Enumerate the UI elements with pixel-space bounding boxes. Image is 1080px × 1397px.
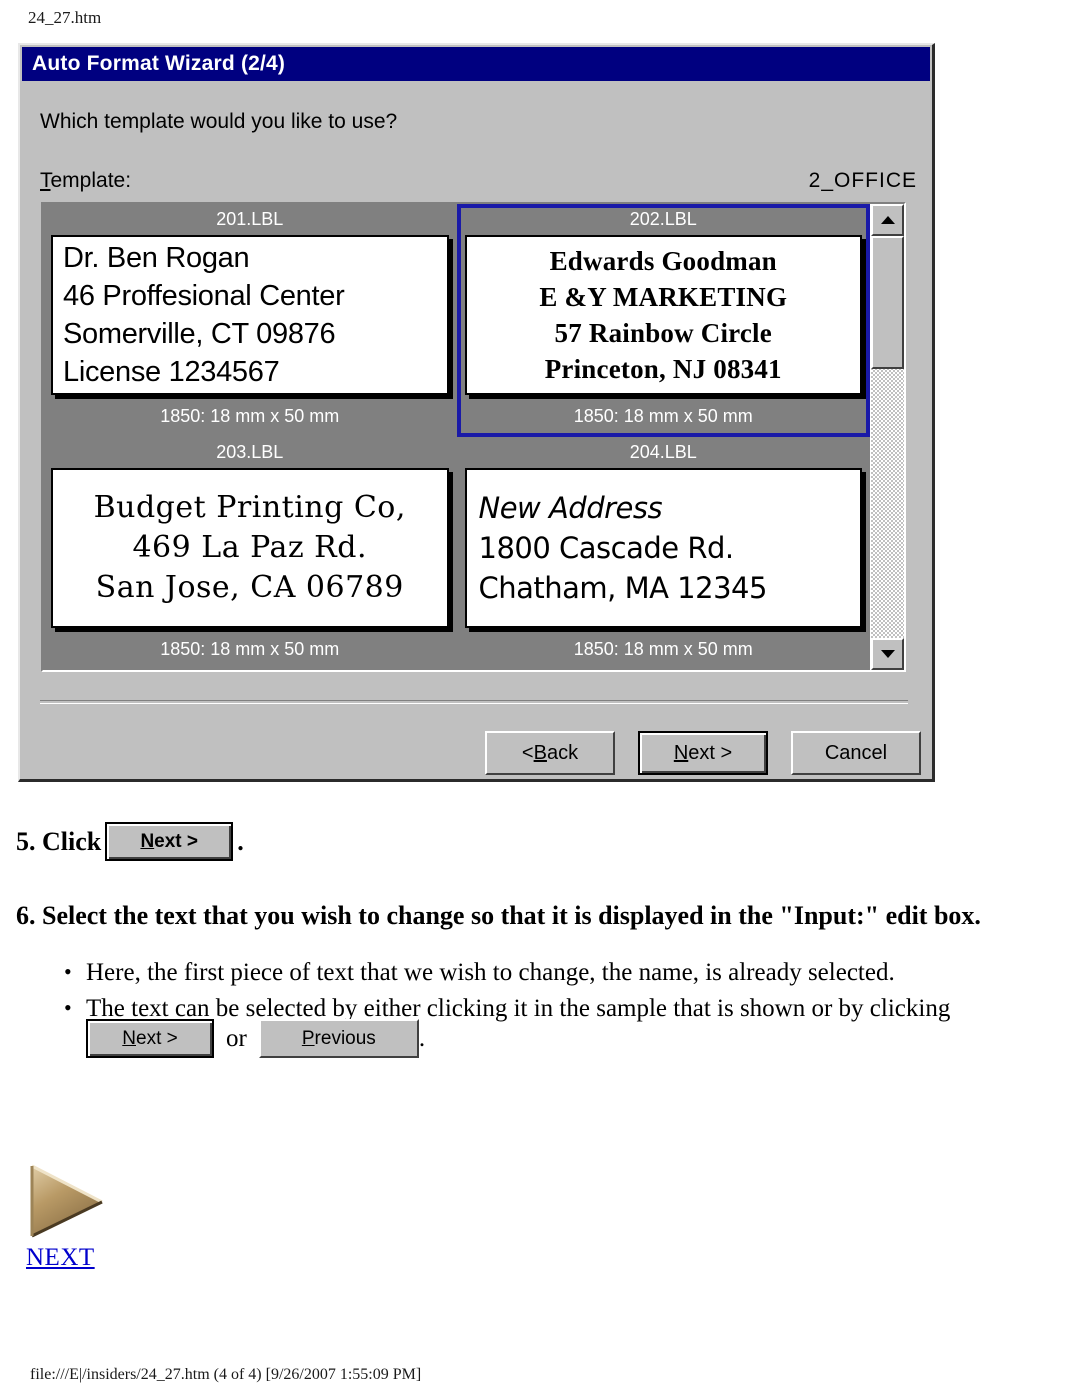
cancel-button[interactable]: Cancel — [791, 731, 921, 775]
card-line: New Address — [478, 491, 663, 525]
bullet-text: Here, the first piece of text that we wi… — [86, 959, 895, 986]
dialog-titlebar: Auto Format Wizard (2/4) — [22, 47, 930, 81]
back-button-post: ack — [546, 741, 579, 764]
bullet-icon: • — [64, 995, 72, 1020]
bullet-list: • Here, the first piece of text that we … — [64, 956, 1054, 1028]
card-line: 469 La Paz Rd. — [132, 530, 368, 565]
template-set-name: 2_OFFICE — [808, 169, 917, 192]
card-line: Chatham, MA 12345 — [478, 571, 768, 605]
inline-button-row: Next > or Previous . — [86, 1019, 425, 1058]
card-line: Edwards Goodman — [549, 246, 777, 276]
card-line: Budget Printing Co, — [93, 490, 406, 525]
card-line: 1800 Cascade Rd. — [478, 531, 735, 565]
card-line: 57 Rainbow Circle — [554, 318, 772, 348]
dialog-body: Which template would you like to use? Te… — [20, 81, 932, 779]
template-item-203[interactable]: 203.LBL Budget Printing Co, 469 La Paz R… — [43, 437, 457, 670]
step-6: 6. Select the text that you wish to chan… — [16, 901, 981, 930]
step-5: 5. Click Next > . — [16, 822, 244, 861]
back-button-pre: < — [521, 741, 534, 764]
page-footer-path: file:///E|/insiders/24_27.htm (4 of 4) [… — [30, 1366, 422, 1383]
template-grid: 201.LBL Dr. Ben Rogan 46 Proffesional Ce… — [43, 204, 870, 670]
next-page-link[interactable]: NEXT — [26, 1244, 95, 1272]
template-size: 1850: 18 mm x 50 mm — [45, 403, 455, 429]
card-line: Princeton, NJ 08341 — [544, 354, 782, 384]
template-preview-card: Budget Printing Co, 469 La Paz Rd. San J… — [51, 468, 449, 628]
dialog-title: Auto Format Wizard (2/4) — [32, 52, 286, 75]
next-button[interactable]: Next > — [638, 731, 768, 775]
template-item-202[interactable]: 202.LBL Edwards Goodman E &Y MARKETING 5… — [456, 204, 870, 437]
inline-previous-accel: P — [301, 1027, 315, 1049]
card-line: Somerville, CT 09876 — [63, 318, 336, 350]
card-line: 46 Proffesional Center — [63, 280, 345, 312]
template-size: 1850: 18 mm x 50 mm — [458, 403, 868, 429]
template-grid-viewport: 201.LBL Dr. Ben Rogan 46 Proffesional Ce… — [43, 204, 870, 670]
inline-next-accel: N — [140, 830, 155, 852]
template-listbox[interactable]: 201.LBL Dr. Ben Rogan 46 Proffesional Ce… — [41, 202, 906, 672]
step-5-period: . — [237, 826, 244, 856]
triangle-up-icon — [880, 216, 895, 224]
scrollbar-thumb[interactable] — [871, 236, 904, 369]
template-preview-card: New Address 1800 Cascade Rd. Chatham, MA… — [464, 468, 862, 628]
card-line: San Jose, CA 06789 — [95, 570, 404, 605]
template-title: 201.LBL — [45, 206, 455, 232]
back-button-accel: B — [533, 741, 547, 764]
cancel-button-label: Cancel — [824, 741, 888, 764]
inline-next-post: ext > — [136, 1027, 178, 1049]
template-field-label: Template: — [40, 169, 131, 193]
dialog-separator — [40, 700, 908, 704]
template-list-scrollbar[interactable] — [870, 204, 904, 670]
dialog-button-row: < Back Next > Cancel — [485, 731, 921, 775]
template-title: 203.LBL — [45, 439, 455, 465]
next-button-post: ext > — [688, 741, 733, 764]
triangle-down-icon — [880, 650, 895, 658]
inline-or-text: or — [226, 1024, 247, 1052]
card-line: License 1234567 — [63, 356, 280, 388]
inline-next-post: ext > — [154, 830, 199, 852]
inline-previous-button[interactable]: Previous — [258, 1019, 419, 1058]
page-header-filename: 24_27.htm — [28, 8, 102, 27]
triangle-right-arrow-icon[interactable] — [22, 1162, 108, 1240]
template-preview-card: Dr. Ben Rogan 46 Proffesional Center Som… — [51, 235, 449, 395]
inline-next-button[interactable]: Next > — [86, 1019, 214, 1058]
dialog-prompt: Which template would you like to use? — [40, 110, 398, 133]
template-item-201[interactable]: 201.LBL Dr. Ben Rogan 46 Proffesional Ce… — [43, 204, 457, 437]
inline-period: . — [418, 1024, 426, 1052]
auto-format-wizard-dialog: Auto Format Wizard (2/4) Which template … — [18, 43, 935, 782]
inline-previous-post: revious — [314, 1027, 376, 1049]
step-5-text: 5. Click — [16, 826, 102, 856]
scrollbar-track[interactable] — [871, 236, 904, 638]
inline-next-button-step5[interactable]: Next > — [105, 822, 234, 861]
template-preview-card: Edwards Goodman E &Y MARKETING 57 Rainbo… — [464, 235, 862, 395]
inline-next-accel: N — [122, 1027, 136, 1049]
back-button[interactable]: < Back — [485, 731, 615, 775]
template-label-accel: T — [40, 169, 51, 192]
template-title: 204.LBL — [458, 439, 868, 465]
bullet-icon: • — [64, 959, 72, 984]
scroll-up-button[interactable] — [871, 204, 904, 236]
template-size: 1850: 18 mm x 50 mm — [458, 636, 868, 662]
template-label-rest: emplate: — [50, 169, 132, 192]
template-title: 202.LBL — [458, 206, 868, 232]
list-item: • Here, the first piece of text that we … — [64, 956, 1054, 990]
next-navigation[interactable]: NEXT — [22, 1162, 108, 1272]
next-button-accel: N — [673, 741, 689, 764]
card-line: E &Y MARKETING — [539, 282, 788, 312]
card-line: Dr. Ben Rogan — [63, 242, 250, 274]
template-size: 1850: 18 mm x 50 mm — [45, 636, 455, 662]
template-item-204[interactable]: 204.LBL New Address 1800 Cascade Rd. Cha… — [457, 437, 871, 670]
scroll-down-button[interactable] — [871, 638, 904, 670]
